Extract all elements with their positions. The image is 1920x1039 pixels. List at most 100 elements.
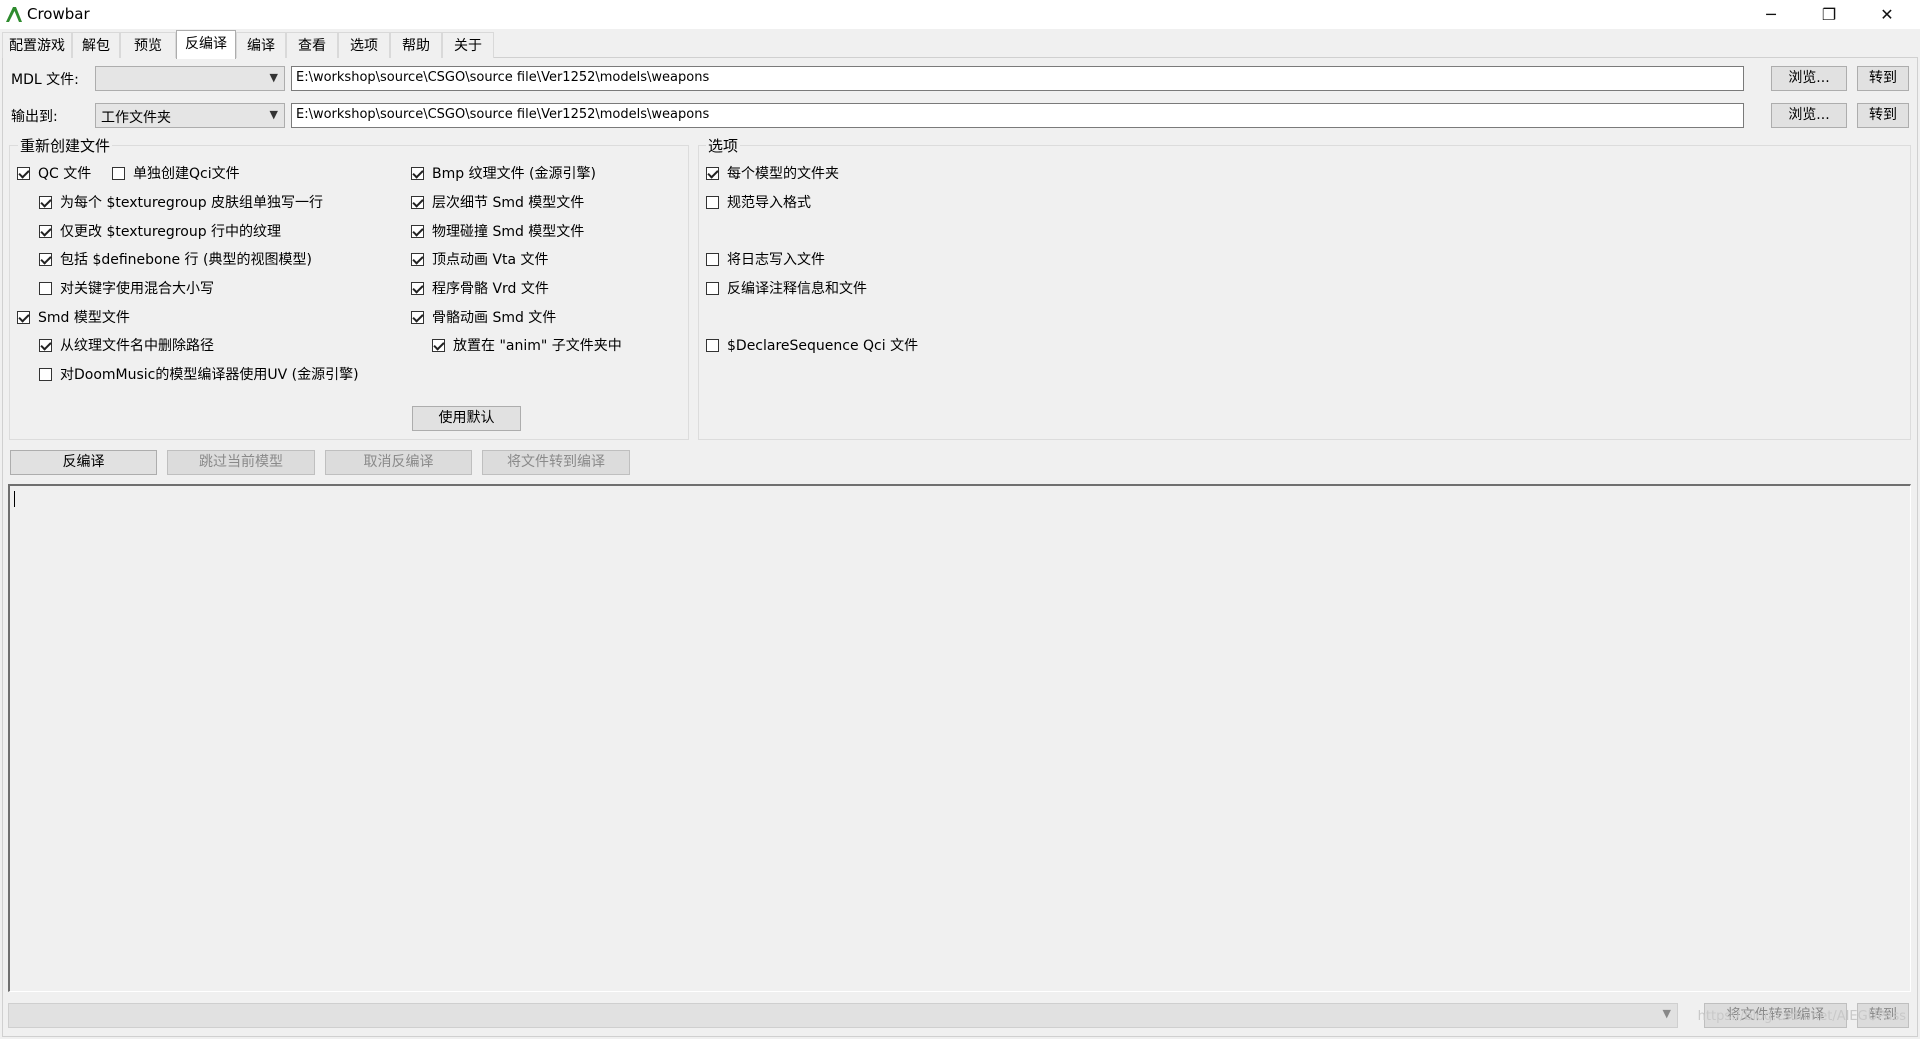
checkbox-label: QC 文件 <box>38 166 92 182</box>
bone-anim-smd-checkbox[interactable]: 骨骼动画 Smd 文件 <box>411 307 556 327</box>
checkbox-box <box>39 252 52 266</box>
vta-checkbox[interactable]: 顶点动画 Vta 文件 <box>411 249 549 269</box>
checkbox-label: 程序骨骼 Vrd 文件 <box>432 281 549 297</box>
texturegroup-only-checkbox[interactable]: 仅更改 $texturegroup 行中的纹理 <box>39 221 281 241</box>
anim-subfolder-checkbox[interactable]: 放置在 "anim" 子文件夹中 <box>432 335 622 355</box>
close-button[interactable]: ✕ <box>1858 0 1916 29</box>
doommusic-uv-checkbox[interactable]: 对DoomMusic的模型编译器使用UV (金源引擎) <box>39 364 359 384</box>
lod-smd-checkbox[interactable]: 层次细节 Smd 模型文件 <box>411 192 584 212</box>
checkbox-box <box>39 281 52 295</box>
restore-button[interactable]: ❐ <box>1800 0 1858 29</box>
output-list-combo[interactable]: ▼ <box>8 1003 1678 1028</box>
options-group <box>698 145 1911 440</box>
decompile-button[interactable]: 反编译 <box>10 450 157 475</box>
checkbox-box <box>706 281 719 295</box>
qc-file-checkbox[interactable]: QC 文件 <box>17 163 91 183</box>
checkbox-box <box>112 166 125 180</box>
checkbox-label: 顶点动画 Vta 文件 <box>432 252 549 268</box>
declaresequence-checkbox[interactable]: $DeclareSequence Qci 文件 <box>706 335 918 355</box>
tab-setup-games[interactable]: 配置游戏 <box>2 32 72 58</box>
checkbox-box <box>39 195 52 209</box>
mdl-path-input[interactable]: E:\workshop\source\CSGO\source file\Ver1… <box>291 66 1744 91</box>
prefix-import-format-checkbox[interactable]: 规范导入格式 <box>706 192 811 212</box>
vrd-checkbox[interactable]: 程序骨骼 Vrd 文件 <box>411 278 549 298</box>
chevron-down-icon: ▼ <box>269 71 278 84</box>
checkbox-label: 每个模型的文件夹 <box>727 166 839 182</box>
tab-preview[interactable]: 预览 <box>120 32 176 58</box>
options-title: 选项 <box>706 135 741 156</box>
tab-compile[interactable]: 编译 <box>236 32 286 58</box>
checkbox-label: 从纹理文件名中删除路径 <box>60 338 214 354</box>
separate-qci-checkbox[interactable]: 单独创建Qci文件 <box>112 163 240 183</box>
tab-about[interactable]: 关于 <box>442 32 494 58</box>
checkbox-box <box>17 166 30 180</box>
checkbox-box <box>411 166 424 180</box>
checkbox-box <box>411 252 424 266</box>
checkbox-box <box>411 310 424 324</box>
tab-view[interactable]: 查看 <box>286 32 338 58</box>
checkbox-label: 物理碰撞 Smd 模型文件 <box>432 224 585 240</box>
mdl-goto-button[interactable]: 转到 <box>1857 66 1909 91</box>
checkbox-label: 为每个 $texturegroup 皮肤组单独写一行 <box>60 195 324 211</box>
mdl-file-label: MDL 文件: <box>11 72 79 88</box>
checkbox-label: Bmp 纹理文件 (金源引擎) <box>432 166 596 182</box>
checkbox-label: $DeclareSequence Qci 文件 <box>727 338 919 354</box>
chevron-down-icon: ▼ <box>1662 1007 1671 1020</box>
tab-help[interactable]: 帮助 <box>390 32 442 58</box>
checkbox-box <box>411 281 424 295</box>
window-title: Crowbar <box>27 5 90 23</box>
log-textbox[interactable] <box>8 484 1911 992</box>
output-combo[interactable]: 工作文件夹 ▼ <box>95 103 285 128</box>
crowbar-logo-icon <box>6 7 22 22</box>
checkbox-label: 对DoomMusic的模型编译器使用UV (金源引擎) <box>60 367 359 383</box>
mdl-file-combo[interactable]: ▼ <box>95 66 285 91</box>
physics-smd-checkbox[interactable]: 物理碰撞 Smd 模型文件 <box>411 221 584 241</box>
checkbox-label: 仅更改 $texturegroup 行中的纹理 <box>60 224 282 240</box>
checkbox-box <box>411 224 424 238</box>
skip-current-model-button[interactable]: 跳过当前模型 <box>167 450 315 475</box>
cancel-decompile-button[interactable]: 取消反编译 <box>325 450 472 475</box>
checkbox-box <box>706 166 719 180</box>
checkbox-box <box>39 367 52 381</box>
checkbox-box <box>17 310 30 324</box>
checkbox-box <box>39 338 52 352</box>
text-caret <box>14 491 15 507</box>
mixed-case-checkbox[interactable]: 对关键字使用混合大小写 <box>39 278 214 298</box>
checkbox-label: 包括 $definebone 行 (典型的视图模型) <box>60 252 312 268</box>
close-icon: ✕ <box>1880 5 1894 24</box>
bmp-texture-checkbox[interactable]: Bmp 纹理文件 (金源引擎) <box>411 163 596 183</box>
smd-model-checkbox[interactable]: Smd 模型文件 <box>17 307 130 327</box>
folder-per-model-checkbox[interactable]: 每个模型的文件夹 <box>706 163 839 183</box>
checkbox-box <box>39 224 52 238</box>
use-default-button[interactable]: 使用默认 <box>412 406 521 431</box>
watermark-text: https://blog.csdn.net/AIEGUPass <box>1697 1009 1906 1024</box>
checkbox-box <box>432 338 445 352</box>
checkbox-label: Smd 模型文件 <box>38 310 130 326</box>
checkbox-label: 层次细节 Smd 模型文件 <box>432 195 585 211</box>
checkbox-label: 对关键字使用混合大小写 <box>60 281 214 297</box>
mdl-browse-button[interactable]: 浏览... <box>1771 66 1847 91</box>
strip-texture-path-checkbox[interactable]: 从纹理文件名中删除路径 <box>39 335 214 355</box>
checkbox-box <box>706 252 719 266</box>
send-to-compile-button[interactable]: 将文件转到编译 <box>482 450 630 475</box>
output-combo-value: 工作文件夹 <box>101 110 171 126</box>
output-label: 输出到: <box>11 109 58 125</box>
chevron-down-icon: ▼ <box>269 108 278 121</box>
output-path-input[interactable]: E:\workshop\source\CSGO\source file\Ver1… <box>291 103 1744 128</box>
checkbox-box <box>706 195 719 209</box>
debug-info-checkbox[interactable]: 反编译注释信息和文件 <box>706 278 867 298</box>
checkbox-label: 将日志写入文件 <box>727 252 825 268</box>
output-browse-button[interactable]: 浏览... <box>1771 103 1847 128</box>
checkbox-label: 放置在 "anim" 子文件夹中 <box>453 338 622 354</box>
tab-decompile[interactable]: 反编译 <box>176 30 236 59</box>
title-bar: Crowbar ─ ❐ ✕ <box>0 0 1920 29</box>
output-goto-button[interactable]: 转到 <box>1857 103 1909 128</box>
definebone-checkbox[interactable]: 包括 $definebone 行 (典型的视图模型) <box>39 249 312 269</box>
tab-options[interactable]: 选项 <box>338 32 390 58</box>
checkbox-label: 反编译注释信息和文件 <box>727 281 867 297</box>
restore-icon: ❐ <box>1821 5 1837 24</box>
tab-unpack[interactable]: 解包 <box>72 32 120 58</box>
minimize-button[interactable]: ─ <box>1742 0 1800 29</box>
texturegroup-line-checkbox[interactable]: 为每个 $texturegroup 皮肤组单独写一行 <box>39 192 323 212</box>
write-log-checkbox[interactable]: 将日志写入文件 <box>706 249 825 269</box>
